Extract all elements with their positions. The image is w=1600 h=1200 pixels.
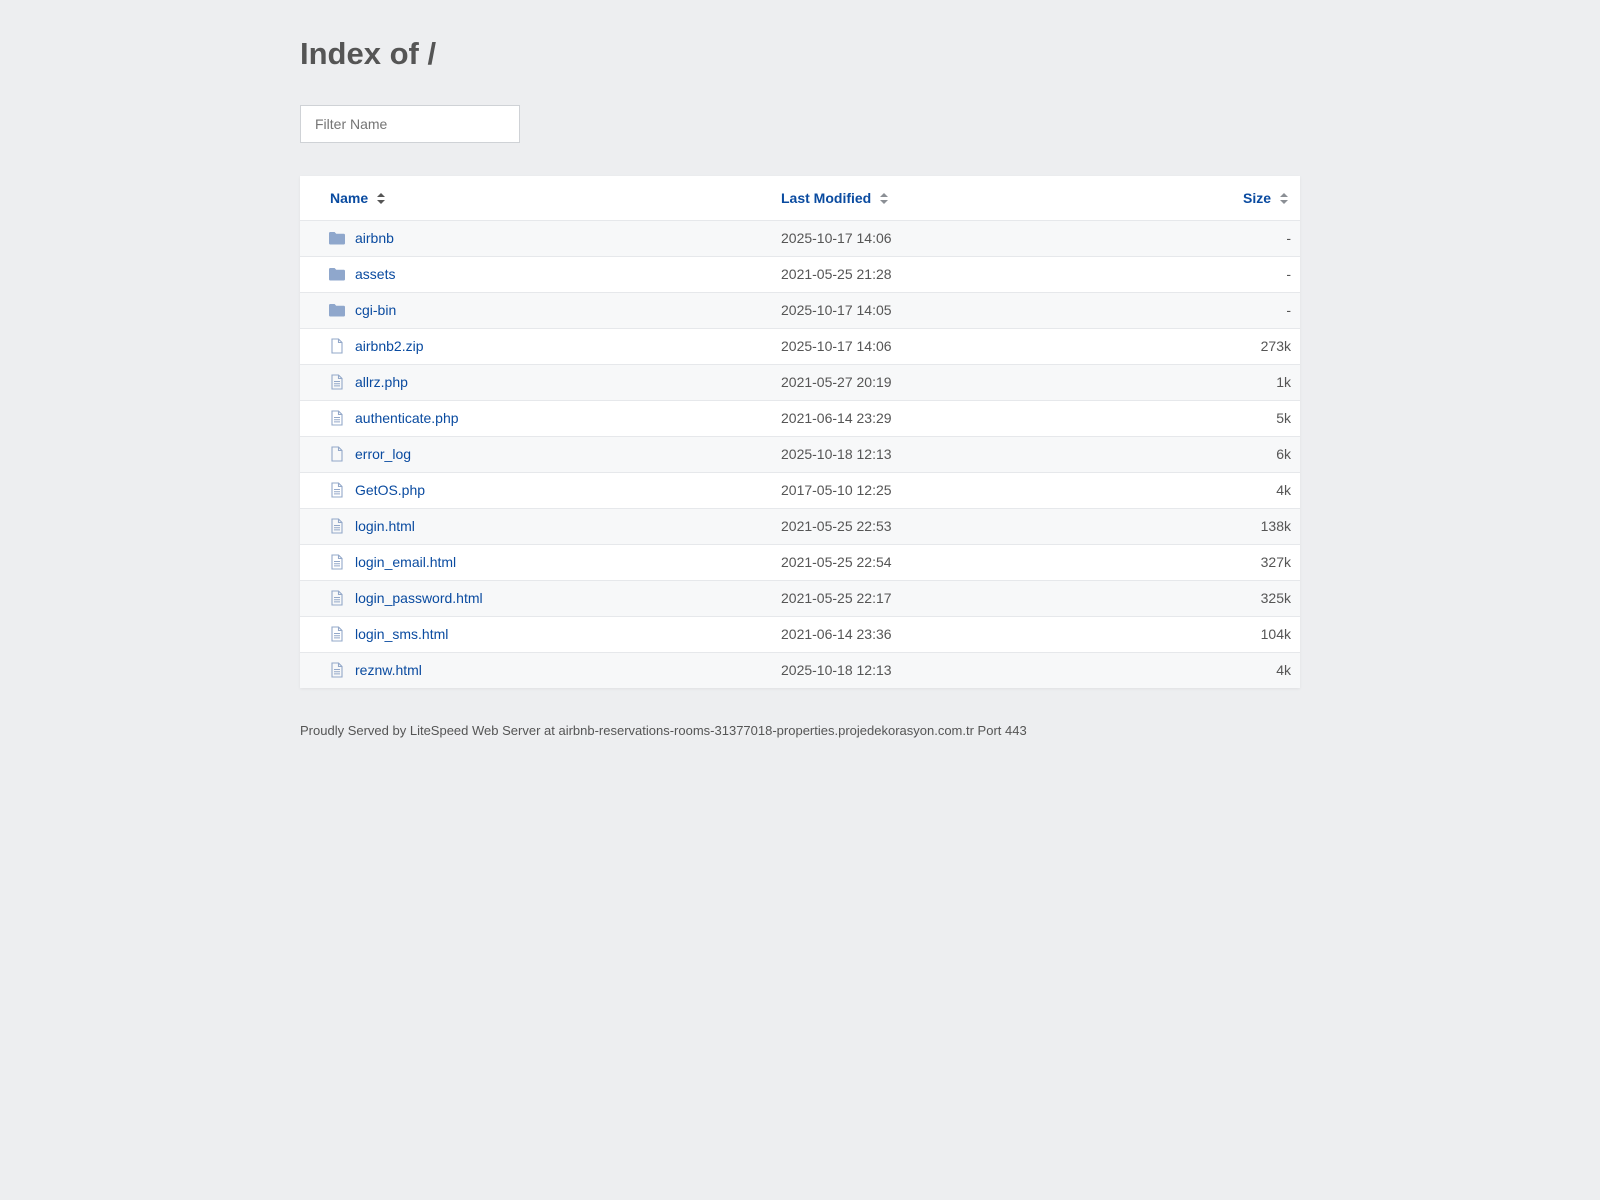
file-icon [328, 338, 346, 354]
table-row: cgi-bin 2025-10-17 14:05 - [300, 292, 1300, 328]
sort-by-size-header[interactable]: Size [1243, 176, 1288, 220]
entry-last-modified: 2025-10-18 12:13 [781, 662, 892, 678]
folder-icon [328, 266, 346, 282]
entry-name-link[interactable]: error_log [355, 437, 411, 472]
entry-name-link[interactable]: authenticate.php [355, 401, 459, 436]
size-column-label: Size [1242, 190, 1271, 206]
table-row: GetOS.php 2017-05-10 12:25 4k [300, 472, 1300, 508]
entry-name-link[interactable]: login_password.html [355, 581, 483, 616]
entry-last-modified: 2025-10-17 14:06 [781, 338, 892, 354]
entry-name-link[interactable]: login_sms.html [355, 617, 448, 652]
document-icon [328, 482, 346, 498]
entry-name-link[interactable]: GetOS.php [355, 473, 425, 508]
document-icon [328, 590, 346, 606]
table-row: login_password.html 2021-05-25 22:17 325k [300, 580, 1300, 616]
folder-icon [328, 230, 346, 246]
entry-size: 138k [1260, 518, 1291, 534]
entry-name-link[interactable]: assets [355, 257, 395, 292]
sort-arrows-icon [1280, 192, 1288, 204]
entry-name-link[interactable]: login_email.html [355, 545, 456, 580]
entry-last-modified: 2021-05-27 20:19 [781, 374, 892, 390]
table-body: airbnb 2025-10-17 14:06 - assets 2021-05-25 … [300, 221, 1300, 688]
file-listing-table: Name Last Modified Size airbnb 2025-10-17… [300, 176, 1300, 688]
document-icon [328, 554, 346, 570]
table-row: login_email.html 2021-05-25 22:54 327k [300, 544, 1300, 580]
server-footer: Proudly Served by LiteSpeed Web Server a… [300, 723, 1027, 738]
entry-size: - [1286, 266, 1291, 282]
entry-size: - [1286, 230, 1291, 246]
entry-name-link[interactable]: login.html [355, 509, 415, 544]
entry-last-modified: 2021-06-14 23:29 [781, 410, 892, 426]
table-row: authenticate.php 2021-06-14 23:29 5k [300, 400, 1300, 436]
entry-size: 325k [1260, 590, 1291, 606]
entry-name-link[interactable]: allrz.php [355, 365, 408, 400]
entry-size: 6k [1276, 446, 1291, 462]
entry-last-modified: 2021-06-14 23:36 [781, 626, 892, 642]
table-row: assets 2021-05-25 21:28 - [300, 256, 1300, 292]
name-column-label: Name [330, 190, 369, 206]
entry-last-modified: 2025-10-17 14:05 [781, 302, 892, 318]
filter-name-input[interactable] [300, 105, 520, 143]
entry-size: 327k [1260, 554, 1291, 570]
entry-last-modified: 2021-05-25 21:28 [781, 266, 892, 282]
file-icon [328, 446, 346, 462]
document-icon [328, 410, 346, 426]
table-header: Name Last Modified Size [300, 176, 1300, 221]
document-icon [328, 626, 346, 642]
entry-last-modified: 2021-05-25 22:54 [781, 554, 892, 570]
table-row: airbnb 2025-10-17 14:06 - [300, 221, 1300, 256]
entry-size: 104k [1260, 626, 1291, 642]
table-row: airbnb2.zip 2025-10-17 14:06 273k [300, 328, 1300, 364]
entry-last-modified: 2021-05-25 22:53 [781, 518, 892, 534]
sort-by-last-modified-header[interactable]: Last Modified [781, 176, 889, 220]
entry-last-modified: 2025-10-17 14:06 [781, 230, 892, 246]
entry-name-link[interactable]: airbnb [355, 221, 394, 256]
entry-size: 1k [1276, 374, 1291, 390]
entry-size: 4k [1276, 662, 1291, 678]
table-row: login_sms.html 2021-06-14 23:36 104k [300, 616, 1300, 652]
entry-size: 273k [1260, 338, 1291, 354]
document-icon [328, 374, 346, 390]
entry-name-link[interactable]: cgi-bin [355, 293, 396, 328]
sort-by-name-header[interactable]: Name [330, 176, 386, 220]
entry-name-link[interactable]: airbnb2.zip [355, 329, 424, 364]
entry-size: 4k [1276, 482, 1291, 498]
document-icon [328, 518, 346, 534]
document-icon [328, 662, 346, 678]
entry-size: 5k [1276, 410, 1291, 426]
entry-last-modified: 2025-10-18 12:13 [781, 446, 892, 462]
table-row: reznw.html 2025-10-18 12:13 4k [300, 652, 1300, 688]
sort-arrows-icon [880, 192, 889, 204]
folder-icon [328, 302, 346, 318]
last-modified-column-label: Last Modified [781, 190, 872, 206]
page-title: Index of / [300, 36, 437, 71]
table-row: login.html 2021-05-25 22:53 138k [300, 508, 1300, 544]
table-row: error_log 2025-10-18 12:13 6k [300, 436, 1300, 472]
table-row: allrz.php 2021-05-27 20:19 1k [300, 364, 1300, 400]
entry-size: - [1286, 302, 1291, 318]
entry-name-link[interactable]: reznw.html [355, 653, 422, 688]
entry-last-modified: 2021-05-25 22:17 [781, 590, 892, 606]
sort-arrows-icon [377, 192, 386, 204]
entry-last-modified: 2017-05-10 12:25 [781, 482, 892, 498]
